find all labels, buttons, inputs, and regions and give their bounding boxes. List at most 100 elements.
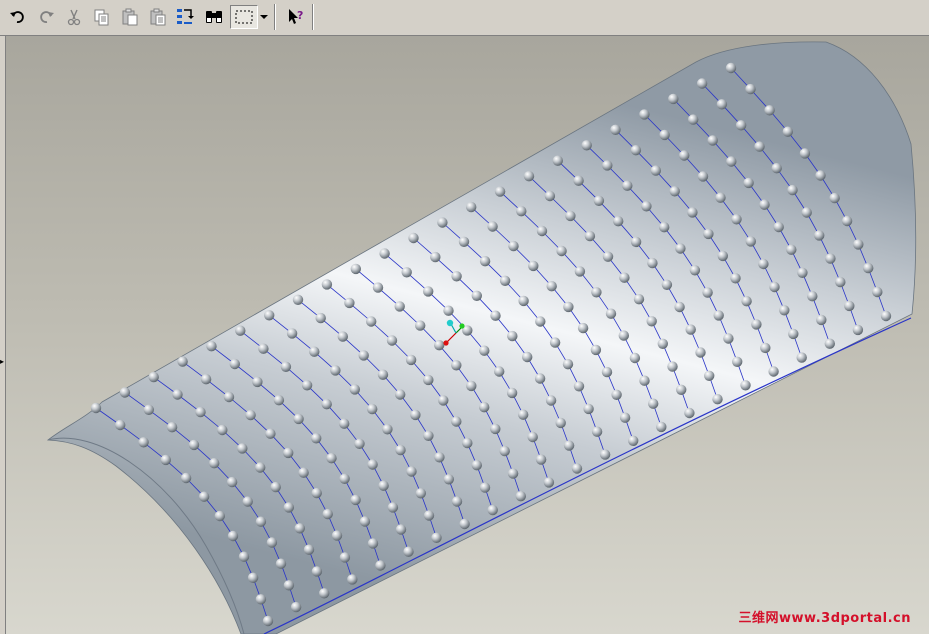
sphere-feature[interactable] [423,510,435,521]
sphere-feature[interactable] [359,516,371,527]
sphere-feature[interactable] [562,359,574,370]
sphere-feature[interactable] [265,428,276,439]
sphere-feature[interactable] [801,207,812,218]
sphere-feature[interactable] [853,239,864,250]
sphere-feature[interactable] [172,389,183,400]
sphere-feature[interactable] [255,516,267,527]
copy-button[interactable] [90,5,114,29]
sphere-feature[interactable] [90,402,102,414]
sphere-feature[interactable] [321,399,332,410]
sphere-feature[interactable] [280,361,292,372]
sphere-feature[interactable] [294,523,305,534]
sphere-feature[interactable] [386,335,398,346]
sphere-feature[interactable] [797,267,808,278]
sphere-feature[interactable] [264,310,275,321]
sphere-feature[interactable] [601,366,613,378]
sphere-feature[interactable] [552,155,563,166]
sphere-feature[interactable] [723,333,734,344]
sphere-feature[interactable] [745,236,756,247]
sphere-feature[interactable] [639,109,650,120]
sphere-feature[interactable] [824,338,835,349]
sphere-feature[interactable] [366,316,377,327]
sphere-feature[interactable] [703,228,714,240]
sphere-feature[interactable] [226,476,238,488]
sphere-feature[interactable] [138,437,149,448]
sphere-feature[interactable] [563,440,575,451]
sphere-feature[interactable] [590,344,602,356]
sphere-feature[interactable] [583,403,594,415]
sphere-feature[interactable] [434,452,445,463]
sphere-feature[interactable] [479,345,490,356]
sphere-feature[interactable] [347,574,358,585]
sphere-feature[interactable] [717,250,728,262]
sphere-feature[interactable] [266,537,278,548]
sphere-feature[interactable] [573,381,585,392]
sphere-feature[interactable] [451,416,462,427]
sphere-feature[interactable] [188,439,200,451]
sphere-feature[interactable] [669,186,680,197]
sphere-feature[interactable] [255,594,267,605]
sphere-feature[interactable] [487,504,498,516]
sphere-feature[interactable] [628,435,639,446]
sphere-feature[interactable] [782,126,793,137]
sphere-feature[interactable] [610,124,621,135]
sphere-feature[interactable] [321,279,333,290]
sphere-feature[interactable] [650,165,661,176]
paste-special-button[interactable] [146,5,170,29]
sphere-feature[interactable] [403,546,414,557]
sphere-feature[interactable] [206,341,217,352]
sphere-feature[interactable] [605,308,617,319]
sphere-feature[interactable] [872,286,883,298]
sphere-feature[interactable] [490,310,501,321]
undo-button[interactable] [6,5,30,29]
sphere-feature[interactable] [358,350,369,361]
sphere-feature[interactable] [546,281,557,292]
sphere-feature[interactable] [591,426,603,437]
sphere-feature[interactable] [668,93,679,105]
sphere-feature[interactable] [549,337,561,348]
sphere-feature[interactable] [479,482,491,493]
sphere-feature[interactable] [309,346,320,357]
sphere-feature[interactable] [487,221,498,232]
redo-button[interactable] [34,5,58,29]
sphere-feature[interactable] [522,351,533,363]
sphere-feature[interactable] [880,310,892,322]
sphere-feature[interactable] [630,236,642,248]
sphere-feature[interactable] [319,588,330,599]
sphere-feature[interactable] [581,140,592,151]
sphere-feature[interactable] [293,413,304,425]
sphere-feature[interactable] [814,230,825,241]
sphere-feature[interactable] [528,260,539,272]
sphere-feature[interactable] [740,380,751,391]
sphere-feature[interactable] [394,301,405,312]
sphere-feature[interactable] [676,384,687,395]
sphere-feature[interactable] [377,369,389,380]
sphere-feature[interactable] [339,552,351,563]
sphere-feature[interactable] [667,361,678,372]
sphere-feature[interactable] [466,201,477,213]
sphere-feature[interactable] [430,251,441,263]
sphere-feature[interactable] [647,257,658,269]
sphere-feature[interactable] [437,217,448,228]
sphere-feature[interactable] [713,310,724,321]
sphere-feature[interactable] [725,62,737,74]
sphere-feature[interactable] [659,129,670,141]
sphere-feature[interactable] [434,340,445,351]
sphere-feature[interactable] [707,135,718,146]
sphere-feature[interactable] [730,273,741,284]
sphere-feature[interactable] [115,419,126,431]
sphere-feature[interactable] [339,473,350,484]
sphere-feature[interactable] [286,328,298,339]
sphere-feature[interactable] [619,412,631,423]
sphere-feature[interactable] [731,214,742,225]
sphere-feature[interactable] [835,276,846,288]
sphere-feature[interactable] [779,305,790,316]
sphere-feature[interactable] [339,418,350,429]
sphere-feature[interactable] [661,279,673,290]
sphere-feature[interactable] [252,376,263,388]
sphere-feature[interactable] [543,477,555,488]
sphere-feature[interactable] [825,253,836,264]
sphere-feature[interactable] [229,358,240,370]
sphere-feature[interactable] [629,352,641,364]
sphere-feature[interactable] [760,342,771,354]
